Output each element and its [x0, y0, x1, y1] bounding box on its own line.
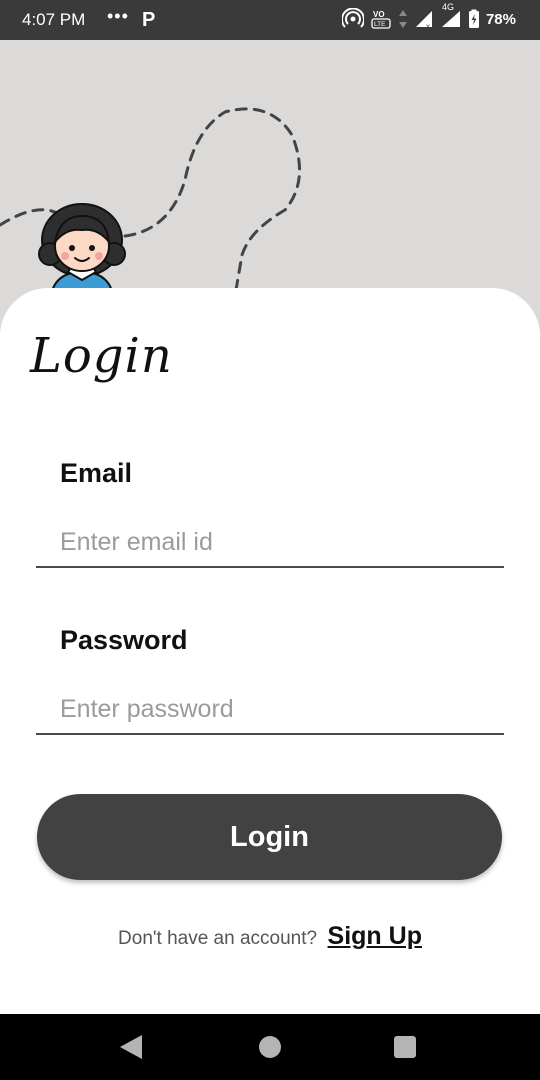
signal-4g-group: 4G — [440, 2, 462, 29]
more-notifications-icon: ••• — [107, 6, 129, 26]
navigation-bar — [0, 1014, 540, 1080]
recents-icon[interactable] — [394, 1036, 416, 1058]
signal-4g-icon — [441, 11, 460, 27]
battery-charging-icon — [468, 9, 479, 28]
signup-link[interactable]: Sign Up — [328, 922, 422, 950]
password-field[interactable] — [36, 685, 504, 735]
home-icon[interactable] — [259, 1036, 281, 1058]
page-title: Login — [30, 328, 173, 384]
email-label: Email — [60, 458, 133, 488]
svg-text:x: x — [426, 22, 430, 29]
svg-text:VO: VO — [373, 10, 385, 19]
email-field[interactable] — [36, 518, 504, 568]
volte-icon: VO LTE — [371, 10, 391, 29]
girl-avatar-icon — [38, 203, 126, 302]
status-bar: 4:07 PM ••• P VO LTE x 4G 78% — [0, 0, 540, 40]
signup-row: Don't have an account? Sign Up — [0, 922, 540, 951]
battery-percent: 78% — [485, 10, 516, 28]
network-type: 4G — [441, 2, 454, 12]
login-card: Login Email Password Login Don't have an… — [0, 288, 540, 1014]
data-arrows-icon — [398, 10, 407, 28]
svg-text:LTE: LTE — [374, 21, 386, 28]
signal-icon: x — [415, 11, 432, 29]
login-button[interactable]: Login — [37, 794, 502, 880]
status-icons: VO LTE x 4G 78% — [341, 2, 516, 30]
app-notification-icon: P — [142, 9, 156, 31]
illustration-area — [0, 40, 540, 320]
hotspot-icon — [341, 8, 364, 28]
password-label: Password — [60, 625, 188, 655]
signup-prompt: Don't have an account? — [118, 928, 318, 949]
back-icon[interactable] — [120, 1035, 142, 1059]
status-time: 4:07 PM — [22, 10, 86, 29]
